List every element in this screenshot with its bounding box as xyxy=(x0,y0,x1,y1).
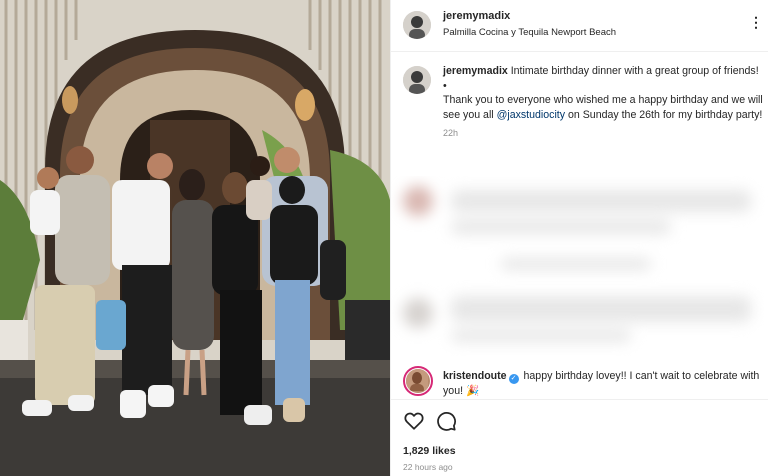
commenter-avatar[interactable] xyxy=(403,366,433,396)
comment-bubble-icon[interactable] xyxy=(435,410,457,432)
caption-text: jeremymadix Intimate birthday dinner wit… xyxy=(443,64,763,122)
commenter-username[interactable]: kristendoute xyxy=(443,370,507,382)
post-header: jeremymadix Palmilla Cocina y Tequila Ne… xyxy=(391,0,768,52)
caption-line-1: Intimate birthday dinner with a great gr… xyxy=(507,65,759,77)
author-username[interactable]: jeremymadix xyxy=(443,10,510,22)
caption-mention-link[interactable]: @jaxstudiocity xyxy=(497,109,565,121)
group-photo-image xyxy=(0,0,390,476)
caption-username[interactable]: jeremymadix xyxy=(443,65,508,77)
comment-text: kristendoute ✓ happy birthday lovey!! I c… xyxy=(443,366,763,399)
party-emoji-icon: 🎉 xyxy=(465,385,480,397)
post-photo[interactable] xyxy=(0,0,390,476)
verified-badge-icon: ✓ xyxy=(508,374,519,384)
more-dots-icon[interactable]: ⋮ xyxy=(749,14,763,31)
comment-item: kristendoute ✓ happy birthday lovey!! I c… xyxy=(403,366,763,399)
blurred-comments xyxy=(391,176,768,356)
post-location[interactable]: Palmilla Cocina y Tequila Newport Beach xyxy=(443,27,616,38)
post-timestamp: 22 hours ago xyxy=(403,462,453,472)
actions-divider xyxy=(391,399,768,400)
post-details-panel: jeremymadix Palmilla Cocina y Tequila Ne… xyxy=(390,0,768,476)
post-caption: jeremymadix Intimate birthday dinner wit… xyxy=(403,64,763,138)
heart-icon[interactable] xyxy=(403,410,425,432)
caption-line-3: on Sunday the 26th for my birthday party… xyxy=(565,108,763,121)
caption-time: 22h xyxy=(443,128,459,138)
caption-bullet: • xyxy=(443,79,447,92)
caption-avatar[interactable] xyxy=(403,66,431,94)
author-avatar[interactable] xyxy=(403,11,431,39)
likes-count[interactable]: 1,829 likes xyxy=(403,445,456,457)
action-bar xyxy=(403,410,763,432)
